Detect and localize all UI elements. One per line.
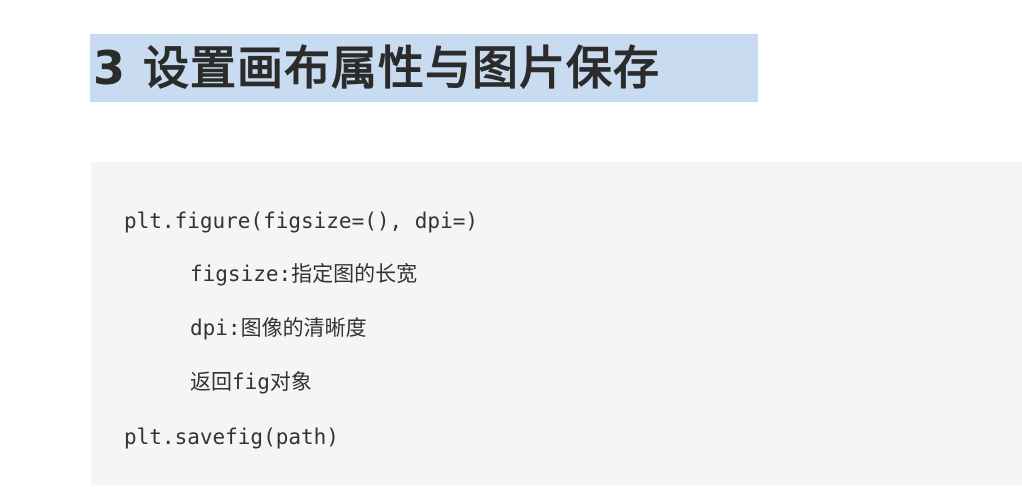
code-line-dpi-desc: dpi:图像的清晰度: [190, 316, 367, 340]
code-line-return-desc: 返回fig对象: [190, 370, 312, 394]
code-line-figure: plt.figure(figsize=(), dpi=): [124, 209, 479, 233]
code-line-figsize-desc: figsize:指定图的长宽: [190, 262, 418, 286]
page-title: 3 设置画布属性与图片保存: [93, 41, 661, 95]
code-line-savefig: plt.savefig(path): [124, 425, 339, 449]
